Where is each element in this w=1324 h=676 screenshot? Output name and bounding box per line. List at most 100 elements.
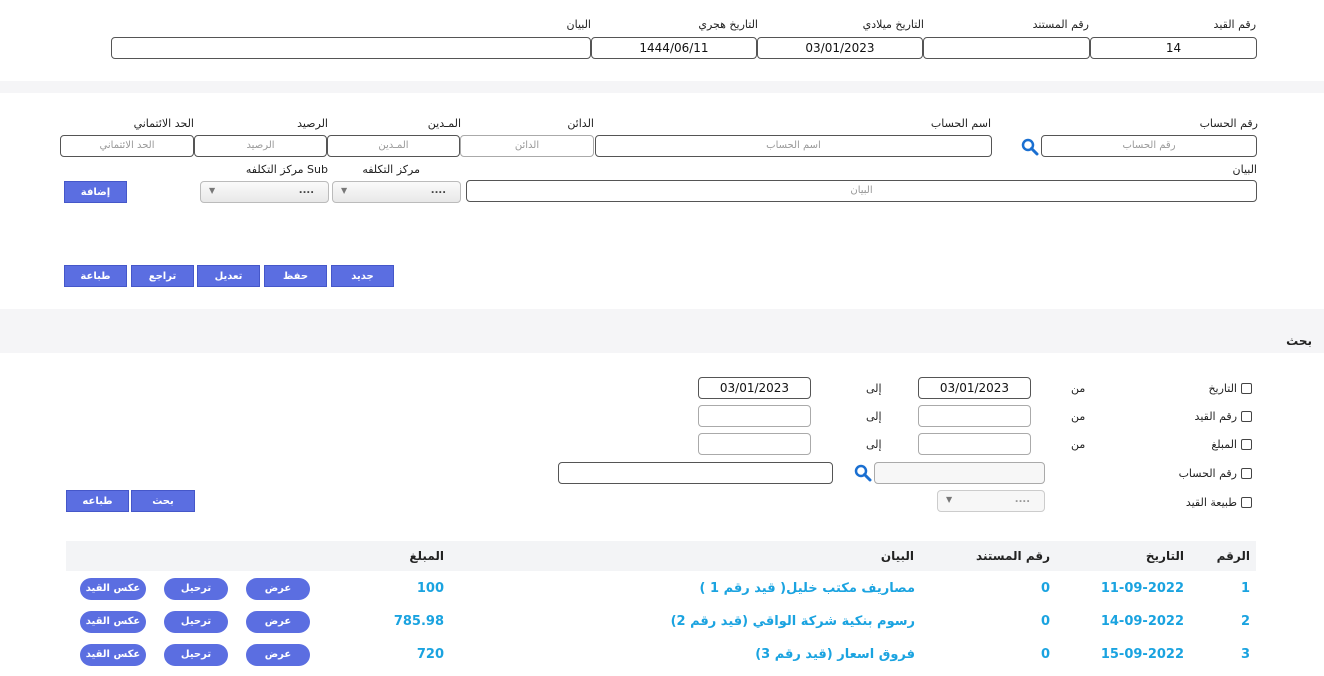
row-amount: 100 [416,581,444,596]
hijri-date-field[interactable]: 1444/06/11 [591,37,757,59]
entry-from-input[interactable] [918,405,1031,427]
from-label: من [1071,438,1086,451]
new-button[interactable]: جديد [331,265,394,287]
row-date: 14-09-2022 [1100,614,1184,629]
balance-label: الرصيد [297,117,328,130]
search-button[interactable]: بحث [131,490,195,512]
undo-button[interactable]: تراجع [131,265,194,287]
row-number: 3 [1240,647,1250,662]
amount-filter-label: المبلغ [1211,438,1237,451]
chevron-down-icon: ▼ [946,495,953,504]
entry-no-field[interactable]: 14 [1090,37,1257,59]
search-title: بحث [1286,334,1312,348]
credit-label: الدائن [567,117,594,130]
row-date: 15-09-2022 [1100,647,1184,662]
col-number: الرقم [1216,549,1250,563]
entry-type-filter-label: طبيعة القيد [1185,496,1237,509]
reverse-entry-button[interactable]: عكس القيد [80,578,146,600]
results-table-header: الرقم التاريخ رقم المستند البيان المبلغ [66,541,1256,571]
chevron-down-icon: ▼ [341,186,348,195]
search-icon[interactable] [854,464,872,482]
reverse-entry-button[interactable]: عكس القيد [80,611,146,633]
entry-type-select[interactable]: .... ▼ [937,490,1045,512]
statement-input[interactable]: البيان [466,180,1257,202]
row-description[interactable]: فروق اسعار (قيد رقم 3) [755,647,915,662]
account-checkbox[interactable] [1241,468,1252,479]
entry-type-value: .... [1014,494,1030,505]
to-label: إلى [866,382,882,395]
account-no-input[interactable]: رقم الحساب [1041,135,1257,157]
account-no-label: رقم الحساب [1199,117,1258,130]
amount-to-input[interactable] [698,433,811,455]
row-number: 2 [1240,614,1250,629]
greg-date-field[interactable]: 03/01/2023 [757,37,923,59]
date-filter-label: التاريخ [1208,382,1237,395]
limit-input[interactable]: الحد الائتماني [60,135,194,157]
entry-no-filter-label: رقم القيد [1194,410,1237,423]
row-doc-no: 0 [1040,581,1050,596]
row-description[interactable]: رسوم بنكية شركة الواقي (قيد رقم 2) [671,614,915,629]
save-button[interactable]: حفظ [264,265,327,287]
cost-center-label: مركز التكلفه [362,163,420,176]
post-button[interactable]: ترحيل [164,578,228,600]
account-search-input[interactable] [874,462,1045,484]
sub-cost-center-select[interactable]: .... ▼ [200,181,329,203]
statement-label: البيان [1232,163,1257,176]
limit-label: الحد الائتماني [133,117,194,130]
col-date: التاريخ [1145,549,1184,563]
search-icon[interactable] [1021,138,1039,156]
from-label: من [1071,410,1086,423]
cost-center-select[interactable]: .... ▼ [332,181,461,203]
cost-center-value: .... [430,185,446,196]
view-button[interactable]: عرض [246,644,310,666]
entry-no-label: رقم القيد [1213,18,1256,31]
post-button[interactable]: ترحيل [164,644,228,666]
debit-label: المـدين [427,117,461,130]
amount-checkbox[interactable] [1241,439,1252,450]
post-button[interactable]: ترحيل [164,611,228,633]
hijri-date-label: التاريخ هجري [698,18,758,31]
doc-no-field[interactable] [923,37,1090,59]
col-description: البيان [880,549,914,563]
row-date: 11-09-2022 [1100,581,1184,596]
entry-no-checkbox[interactable] [1241,411,1252,422]
reverse-entry-button[interactable]: عكس القيد [80,644,146,666]
row-doc-no: 0 [1040,647,1050,662]
view-button[interactable]: عرض [246,578,310,600]
greg-date-label: التاريخ ميلادي [862,18,924,31]
add-button[interactable]: إضافة [64,181,127,203]
search-print-button[interactable]: طباعه [66,490,129,512]
date-from-input[interactable]: 03/01/2023 [918,377,1031,399]
account-name-label: اسم الحساب [930,117,991,130]
balance-input[interactable]: الرصيد [194,135,327,157]
from-label: من [1071,382,1086,395]
col-doc-no: رقم المستند [976,549,1050,563]
to-label: إلى [866,438,882,451]
row-amount: 785.98 [393,614,444,629]
debit-input[interactable]: المـدين [327,135,460,157]
row-description[interactable]: مصاريف مكتب خليل( قيد رقم 1 ) [700,581,915,596]
description-field[interactable] [111,37,591,59]
entry-type-checkbox[interactable] [1241,497,1252,508]
row-doc-no: 0 [1040,614,1050,629]
account-name-input[interactable]: اسم الحساب [595,135,992,157]
print-button[interactable]: طباعة [64,265,127,287]
row-amount: 720 [416,647,444,662]
date-checkbox[interactable] [1241,383,1252,394]
account-name-result-field[interactable] [558,462,833,484]
entry-to-input[interactable] [698,405,811,427]
edit-button[interactable]: تعديل [197,265,260,287]
chevron-down-icon: ▼ [209,186,216,195]
sub-cost-center-value: .... [298,185,314,196]
credit-input[interactable]: الدائن [460,135,594,157]
description-label: البيان [566,18,591,31]
doc-no-label: رقم المستند [1032,18,1089,31]
view-button[interactable]: عرض [246,611,310,633]
col-amount: المبلغ [409,549,444,563]
to-label: إلى [866,410,882,423]
date-to-input[interactable]: 03/01/2023 [698,377,811,399]
sub-cost-center-label: مركز التكلفه Sub [245,163,328,176]
amount-from-input[interactable] [918,433,1031,455]
search-divider-band [0,309,1324,353]
row-number: 1 [1240,581,1250,596]
